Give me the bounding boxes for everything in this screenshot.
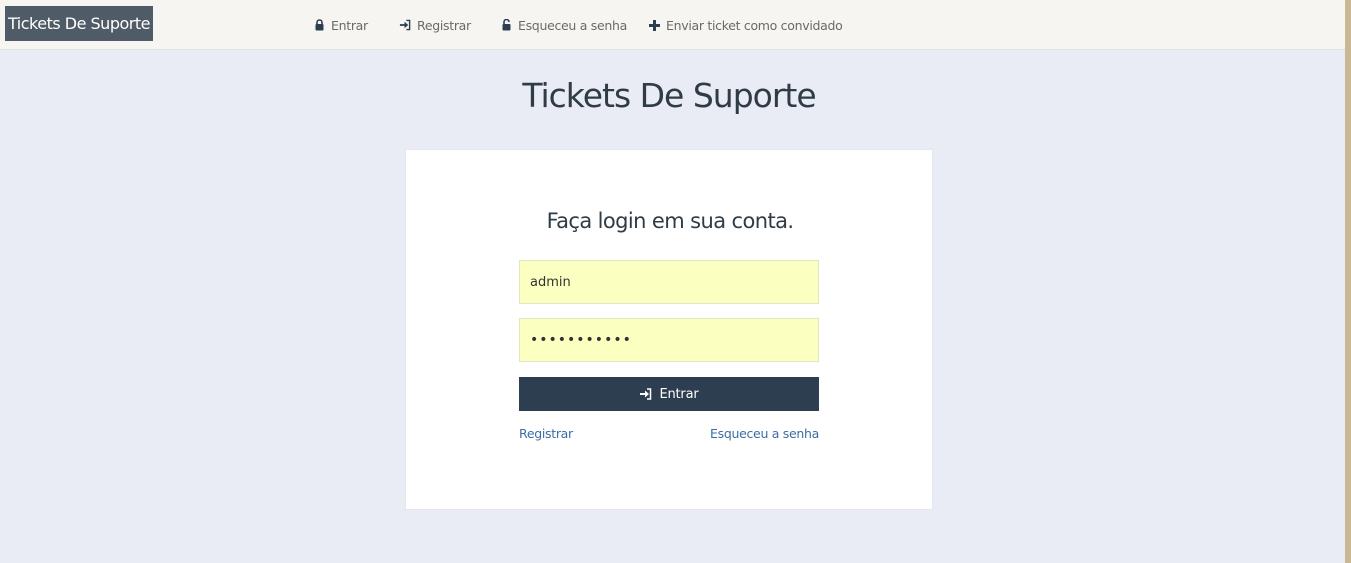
top-navbar: Tickets De Suporte Entrar Registrar Esqu… [0, 0, 1345, 50]
login-button-label: Entrar [659, 386, 699, 402]
login-button[interactable]: Entrar [519, 377, 819, 411]
nav-login-label: Entrar [331, 17, 368, 33]
username-input[interactable] [519, 260, 819, 304]
nav-login-link[interactable]: Entrar [313, 15, 368, 35]
nav-guest-ticket-label: Enviar ticket como convidado [666, 17, 843, 33]
nav-register-link[interactable]: Registrar [399, 15, 471, 35]
register-link[interactable]: Registrar [519, 426, 573, 441]
password-input[interactable] [519, 318, 819, 362]
nav-register-label: Registrar [417, 17, 471, 33]
unlock-icon [500, 19, 512, 31]
login-heading: Faça login em sua conta. [546, 209, 794, 233]
brand-logo-link[interactable]: Tickets De Suporte [5, 6, 153, 41]
login-card: Faça login em sua conta. Entrar Registra… [405, 149, 933, 510]
window-edge [1345, 0, 1351, 563]
forgot-password-link[interactable]: Esqueceu a senha [710, 426, 819, 441]
plus-icon [648, 19, 660, 31]
nav-forgot-password-link[interactable]: Esqueceu a senha [500, 15, 627, 35]
page-title: Tickets De Suporte [522, 76, 816, 115]
nav-forgot-password-label: Esqueceu a senha [518, 17, 627, 33]
sign-in-icon [399, 19, 411, 31]
sign-in-icon [639, 387, 652, 401]
nav-guest-ticket-link[interactable]: Enviar ticket como convidado [648, 15, 843, 35]
lock-icon [313, 19, 325, 31]
